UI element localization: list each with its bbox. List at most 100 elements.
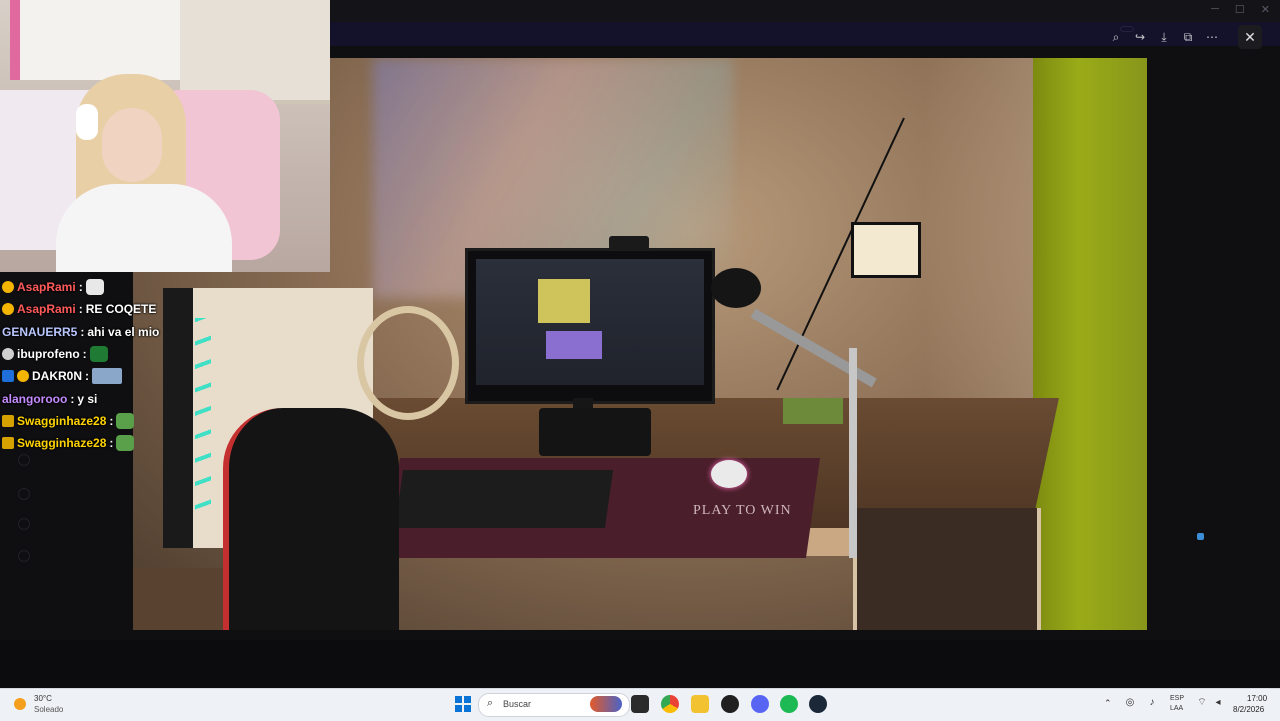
- chat-message: AsapRami: RE COQETE: [2, 298, 202, 320]
- grey-badge-icon: [2, 348, 14, 361]
- chat-text: RE COQETE: [85, 302, 157, 317]
- app-titlebar: [330, 0, 1280, 22]
- volume-icon[interactable]: ◂: [1212, 697, 1224, 709]
- obs-icon[interactable]: [721, 695, 739, 713]
- language-code[interactable]: ESP: [1170, 695, 1184, 702]
- chat-separator: :: [85, 369, 90, 384]
- chat-username[interactable]: AsapRami: [17, 280, 76, 294]
- chrome-icon[interactable]: [661, 695, 679, 713]
- chevron-up-icon[interactable]: ⌃: [1104, 698, 1112, 709]
- monitor-image: [546, 331, 602, 359]
- open-external-icon[interactable]: ⧉: [1178, 27, 1198, 47]
- minimize-icon[interactable]: ─: [1211, 3, 1219, 16]
- discord-icon[interactable]: [751, 695, 769, 713]
- chat-emote: [116, 435, 135, 452]
- download-icon[interactable]: ⤓: [1154, 27, 1174, 47]
- stream-deck: [539, 408, 651, 456]
- mouse-cursor: [1197, 533, 1204, 540]
- chat-emote: [92, 368, 123, 385]
- chat-username[interactable]: Swagginhaze28: [17, 436, 106, 450]
- message-composer: [0, 640, 1280, 688]
- sub-badge-icon: [2, 437, 14, 450]
- sub-badge-icon: [2, 414, 14, 427]
- streamer-shirt: [56, 184, 232, 272]
- mousepad-text: PLAY TO WIN: [693, 503, 792, 518]
- chat-message: ibuprofeno:: [2, 343, 202, 365]
- clock-time[interactable]: 17:00: [1247, 694, 1267, 703]
- chat-separator: :: [82, 347, 87, 362]
- streamer: [56, 74, 232, 272]
- chat-username[interactable]: ibuprofeno: [17, 347, 80, 361]
- monitor-image: [538, 279, 590, 323]
- desk-cabinet: [853, 508, 1041, 630]
- spotify-icon[interactable]: [780, 695, 798, 713]
- books: [783, 398, 843, 424]
- microphone-icon[interactable]: ♪: [1146, 697, 1158, 709]
- network-icon[interactable]: ◎: [1124, 697, 1136, 709]
- monitor-screen: [476, 259, 704, 385]
- chat-message: Swagginhaze28:: [2, 410, 202, 432]
- chat-message: Swagginhaze28:: [2, 432, 202, 454]
- zoom-icon[interactable]: ⌕: [1106, 27, 1126, 47]
- gold-badge-icon: [2, 303, 14, 316]
- window-close-icon[interactable]: ✕: [1261, 3, 1270, 16]
- chat-username[interactable]: alangorooo: [2, 392, 67, 406]
- maximize-icon[interactable]: ☐: [1235, 3, 1245, 16]
- chat-separator: :: [78, 280, 83, 295]
- close-viewer-button[interactable]: ✕: [1238, 25, 1262, 49]
- cam-window: [10, 0, 190, 80]
- mic-pole: [849, 348, 857, 558]
- chat-username[interactable]: DAKR0N: [32, 369, 82, 383]
- search-icon: ⌕: [487, 697, 494, 709]
- start-button[interactable]: [455, 696, 471, 712]
- chat-emote: [85, 279, 104, 296]
- streamer-face: [102, 108, 162, 182]
- steam-icon[interactable]: [809, 695, 827, 713]
- chat-separator: :: [78, 302, 83, 317]
- forward-icon[interactable]: ↪: [1130, 27, 1150, 47]
- mic-boom-arm: [750, 308, 877, 388]
- chat-separator: :: [80, 324, 85, 339]
- search-highlight-icon: [590, 696, 622, 712]
- close-icon: ✕: [1244, 28, 1256, 45]
- keyboard: [394, 470, 614, 528]
- chat-message: DAKR0N:: [2, 365, 202, 387]
- ring-light: [357, 306, 459, 420]
- chat-separator: :: [70, 391, 75, 406]
- green-screen: [1033, 58, 1147, 630]
- gaming-chair: [223, 408, 399, 630]
- wifi-icon[interactable]: ⌔: [1196, 697, 1208, 709]
- sidebar-icon: [18, 488, 30, 500]
- chat-username[interactable]: GENAUERR5: [2, 325, 77, 339]
- weather-desc[interactable]: Soleado: [34, 705, 63, 714]
- keyboard-layout[interactable]: LAA: [1170, 705, 1183, 712]
- weather-temp[interactable]: 30°C: [34, 694, 52, 703]
- chat-username[interactable]: AsapRami: [17, 302, 76, 316]
- chat-overlay: AsapRami: AsapRami: RE COQETE GENAUERR5: ahi…: [2, 276, 202, 454]
- headset: [76, 104, 98, 140]
- sidebar-icon: [18, 454, 30, 466]
- monitor: [465, 248, 715, 404]
- chat-text: y si: [77, 391, 98, 406]
- chat-emote: [116, 412, 135, 429]
- gold-badge-icon: [17, 370, 29, 383]
- chat-username[interactable]: Swagginhaze28: [17, 414, 106, 428]
- chat-message: GENAUERR5: ahi va el mio: [2, 321, 202, 343]
- sidebar-icon: [18, 550, 30, 562]
- search-placeholder: Buscar: [503, 699, 532, 709]
- webcam: [609, 236, 649, 250]
- chat-emote: [89, 346, 108, 363]
- clock-date[interactable]: 8/2/2026: [1233, 705, 1264, 714]
- file-explorer-icon[interactable]: [691, 695, 709, 713]
- panel-light: [851, 222, 921, 278]
- task-view-icon[interactable]: [631, 695, 649, 713]
- sun-icon[interactable]: [14, 698, 26, 710]
- webcam-overlay: [0, 0, 330, 272]
- mouse: [711, 460, 747, 488]
- chat-text: ahi va el mio: [87, 324, 160, 339]
- more-icon[interactable]: ⋯: [1202, 27, 1222, 47]
- chat-message: alangorooo: y si: [2, 387, 202, 409]
- microphone: [711, 268, 761, 308]
- sidebar-icon: [18, 518, 30, 530]
- viewer-toolbar: ⌕ ↪ ⤓ ⧉ ⋯: [1106, 26, 1222, 48]
